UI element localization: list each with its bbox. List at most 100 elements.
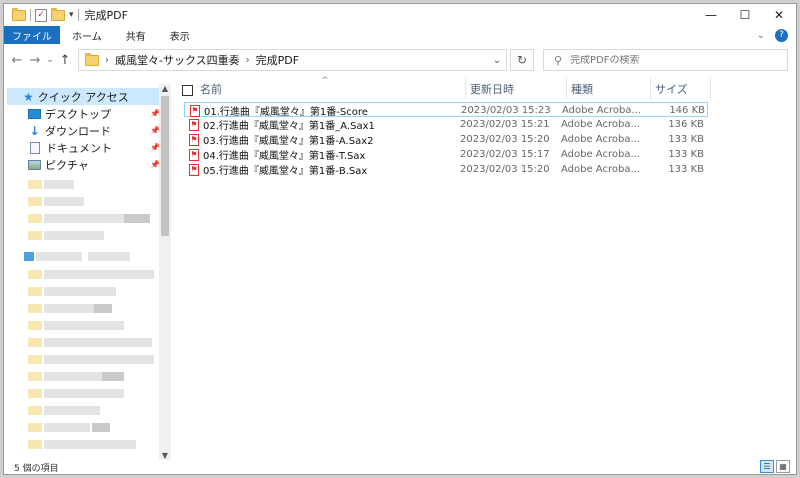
status-bar: 5 個の項目 ☰ ▦ bbox=[4, 459, 796, 474]
file-size: 136 KB bbox=[668, 119, 704, 130]
maximize-button[interactable]: ☐ bbox=[728, 4, 762, 26]
file-list-view: ^ 名前 更新日時 種類 サイズ ⚑ 01.行進曲『威風堂々』第1番-Score… bbox=[176, 76, 796, 460]
file-date: 2023/02/03 15:20 bbox=[460, 134, 550, 145]
breadcrumb-chevron-icon[interactable]: › bbox=[246, 55, 250, 66]
ribbon-tabs: ファイル ホーム 共有 表示 ⌄ ? bbox=[4, 26, 796, 44]
nav-pane-scrollbar[interactable]: ▲ ▼ bbox=[159, 84, 171, 460]
file-row[interactable]: ⚑ 04.行進曲『威風堂々』第1番-T.Sax 2023/02/03 15:17… bbox=[184, 147, 708, 162]
file-size: 146 KB bbox=[669, 105, 705, 116]
picture-icon bbox=[28, 159, 41, 170]
file-type: Adobe Acroba... bbox=[561, 134, 640, 145]
tab-view[interactable]: 表示 bbox=[158, 26, 202, 44]
pdf-file-icon: ⚑ bbox=[189, 133, 199, 146]
large-icons-view-icon[interactable]: ▦ bbox=[776, 460, 790, 473]
star-icon: ★ bbox=[23, 89, 34, 104]
details-view-icon[interactable]: ☰ bbox=[760, 460, 774, 473]
toolbar-separator bbox=[77, 9, 79, 21]
tab-home[interactable]: ホーム bbox=[60, 26, 114, 44]
new-folder-icon[interactable] bbox=[51, 7, 65, 21]
pdf-file-icon: ⚑ bbox=[190, 104, 200, 117]
address-bar[interactable]: › 威風堂々-サックス四重奏 › 完成PDF ⌄ bbox=[78, 49, 507, 71]
ribbon-controls: ⌄ ? bbox=[757, 26, 796, 44]
file-date: 2023/02/03 15:23 bbox=[461, 105, 551, 116]
pdf-file-icon: ⚑ bbox=[189, 118, 199, 131]
nav-quick-access-label: クイック アクセス bbox=[37, 90, 129, 104]
file-name-cell: ⚑ 01.行進曲『威風堂々』第1番-Score bbox=[190, 103, 460, 118]
help-icon[interactable]: ? bbox=[775, 28, 788, 42]
recent-locations-button[interactable]: ⌄ bbox=[44, 55, 56, 65]
nav-item-documents[interactable]: ドキュメント 📌 bbox=[28, 139, 160, 156]
breadcrumb-item[interactable]: 威風堂々-サックス四重奏 bbox=[115, 52, 240, 68]
desktop-icon bbox=[28, 108, 41, 119]
file-row[interactable]: ⚑ 02.行進曲『威風堂々』第1番_A.Sax1 2023/02/03 15:2… bbox=[184, 117, 708, 132]
window-title: 完成PDF bbox=[84, 9, 128, 22]
search-input[interactable] bbox=[570, 54, 771, 66]
search-icon: ⚲ bbox=[554, 53, 563, 67]
column-header: 名前 更新日時 種類 サイズ bbox=[176, 78, 711, 100]
address-dropdown-icon[interactable]: ⌄ bbox=[488, 55, 506, 66]
view-switcher: ☰ ▦ bbox=[760, 460, 790, 473]
file-type: Adobe Acroba... bbox=[562, 105, 641, 116]
nav-item-desktop[interactable]: デスクトップ 📌 bbox=[28, 105, 160, 122]
pdf-file-icon: ⚑ bbox=[189, 148, 199, 161]
properties-icon[interactable]: ✓ bbox=[35, 8, 47, 22]
nav-item-pictures[interactable]: ピクチャ 📌 bbox=[28, 156, 160, 173]
back-button[interactable]: ← bbox=[8, 53, 26, 68]
expand-ribbon-icon[interactable]: ⌄ bbox=[757, 30, 765, 41]
folder-icon bbox=[85, 52, 99, 66]
file-name: 03.行進曲『威風堂々』第1番-A.Sax2 bbox=[203, 136, 374, 147]
file-row[interactable]: ⚑ 03.行進曲『威風堂々』第1番-A.Sax2 2023/02/03 15:2… bbox=[184, 132, 708, 147]
minimize-button[interactable]: — bbox=[694, 4, 728, 26]
forward-button[interactable]: → bbox=[26, 53, 44, 68]
file-date: 2023/02/03 15:17 bbox=[460, 149, 550, 160]
navigation-bar: ← → ⌄ ↑ › 威風堂々-サックス四重奏 › 完成PDF ⌄ ↻ ⚲ bbox=[4, 46, 796, 74]
file-name: 02.行進曲『威風堂々』第1番_A.Sax1 bbox=[203, 121, 375, 132]
scroll-up-icon[interactable]: ▲ bbox=[159, 84, 171, 93]
document-icon bbox=[30, 141, 40, 154]
file-name: 01.行進曲『威風堂々』第1番-Score bbox=[204, 107, 368, 118]
column-header-size[interactable]: サイズ bbox=[651, 78, 711, 100]
file-rows: ⚑ 01.行進曲『威風堂々』第1番-Score 2023/02/03 15:23… bbox=[184, 102, 708, 177]
file-date: 2023/02/03 15:20 bbox=[460, 164, 550, 175]
up-button[interactable]: ↑ bbox=[56, 53, 74, 68]
folder-icon[interactable] bbox=[12, 7, 26, 21]
tab-share[interactable]: 共有 bbox=[114, 26, 158, 44]
file-row[interactable]: ⚑ 01.行進曲『威風堂々』第1番-Score 2023/02/03 15:23… bbox=[184, 102, 708, 118]
nav-item-label: デスクトップ bbox=[45, 107, 111, 121]
nav-item-label: ピクチャ bbox=[45, 158, 89, 172]
file-name: 04.行進曲『威風堂々』第1番-T.Sax bbox=[203, 151, 366, 162]
nav-item-downloads[interactable]: ↓ ダウンロード 📌 bbox=[28, 122, 160, 139]
file-name-cell: ⚑ 02.行進曲『威風堂々』第1番_A.Sax1 bbox=[189, 117, 459, 132]
file-type: Adobe Acroba... bbox=[561, 119, 640, 130]
title-bar: ✓ ▾ 完成PDF — ☐ ✕ bbox=[4, 4, 796, 26]
scrollbar-thumb[interactable] bbox=[161, 96, 169, 236]
explorer-window: ✓ ▾ 完成PDF — ☐ ✕ ファイル ホーム 共有 表示 ⌄ ? ← → ⌄… bbox=[3, 3, 797, 475]
file-size: 133 KB bbox=[668, 134, 704, 145]
column-header-date[interactable]: 更新日時 bbox=[466, 78, 567, 100]
file-size: 133 KB bbox=[668, 164, 704, 175]
refresh-button[interactable]: ↻ bbox=[510, 49, 534, 71]
breadcrumb-chevron-icon[interactable]: › bbox=[105, 55, 109, 66]
customize-toolbar-icon[interactable]: ▾ bbox=[69, 10, 74, 20]
file-date: 2023/02/03 15:21 bbox=[460, 119, 550, 130]
toolbar-separator bbox=[30, 9, 31, 21]
quick-access-toolbar: ✓ ▾ bbox=[4, 7, 79, 22]
nav-item-label: ダウンロード bbox=[45, 124, 111, 138]
file-name: 05.行進曲『威風堂々』第1番-B.Sax bbox=[203, 166, 368, 177]
column-header-name[interactable]: 名前 bbox=[196, 78, 466, 100]
breadcrumb-item[interactable]: 完成PDF bbox=[256, 52, 299, 68]
column-header-type[interactable]: 種類 bbox=[567, 78, 651, 100]
file-size: 133 KB bbox=[668, 149, 704, 160]
download-icon: ↓ bbox=[29, 123, 40, 138]
close-button[interactable]: ✕ bbox=[762, 4, 796, 26]
search-box[interactable]: ⚲ bbox=[543, 49, 788, 71]
nav-quick-access[interactable]: ★ クイック アクセス bbox=[7, 88, 159, 105]
tab-file[interactable]: ファイル bbox=[4, 26, 60, 44]
file-type: Adobe Acroba... bbox=[561, 149, 640, 160]
file-type: Adobe Acroba... bbox=[561, 164, 640, 175]
file-row[interactable]: ⚑ 05.行進曲『威風堂々』第1番-B.Sax 2023/02/03 15:20… bbox=[184, 162, 708, 177]
caption-buttons: — ☐ ✕ bbox=[694, 4, 796, 26]
navigation-pane: ★ クイック アクセス デスクトップ 📌 ↓ ダウンロード 📌 ドキュメント 📌… bbox=[4, 84, 174, 460]
select-all-checkbox[interactable] bbox=[182, 85, 193, 96]
nav-item-label: ドキュメント bbox=[46, 141, 112, 155]
